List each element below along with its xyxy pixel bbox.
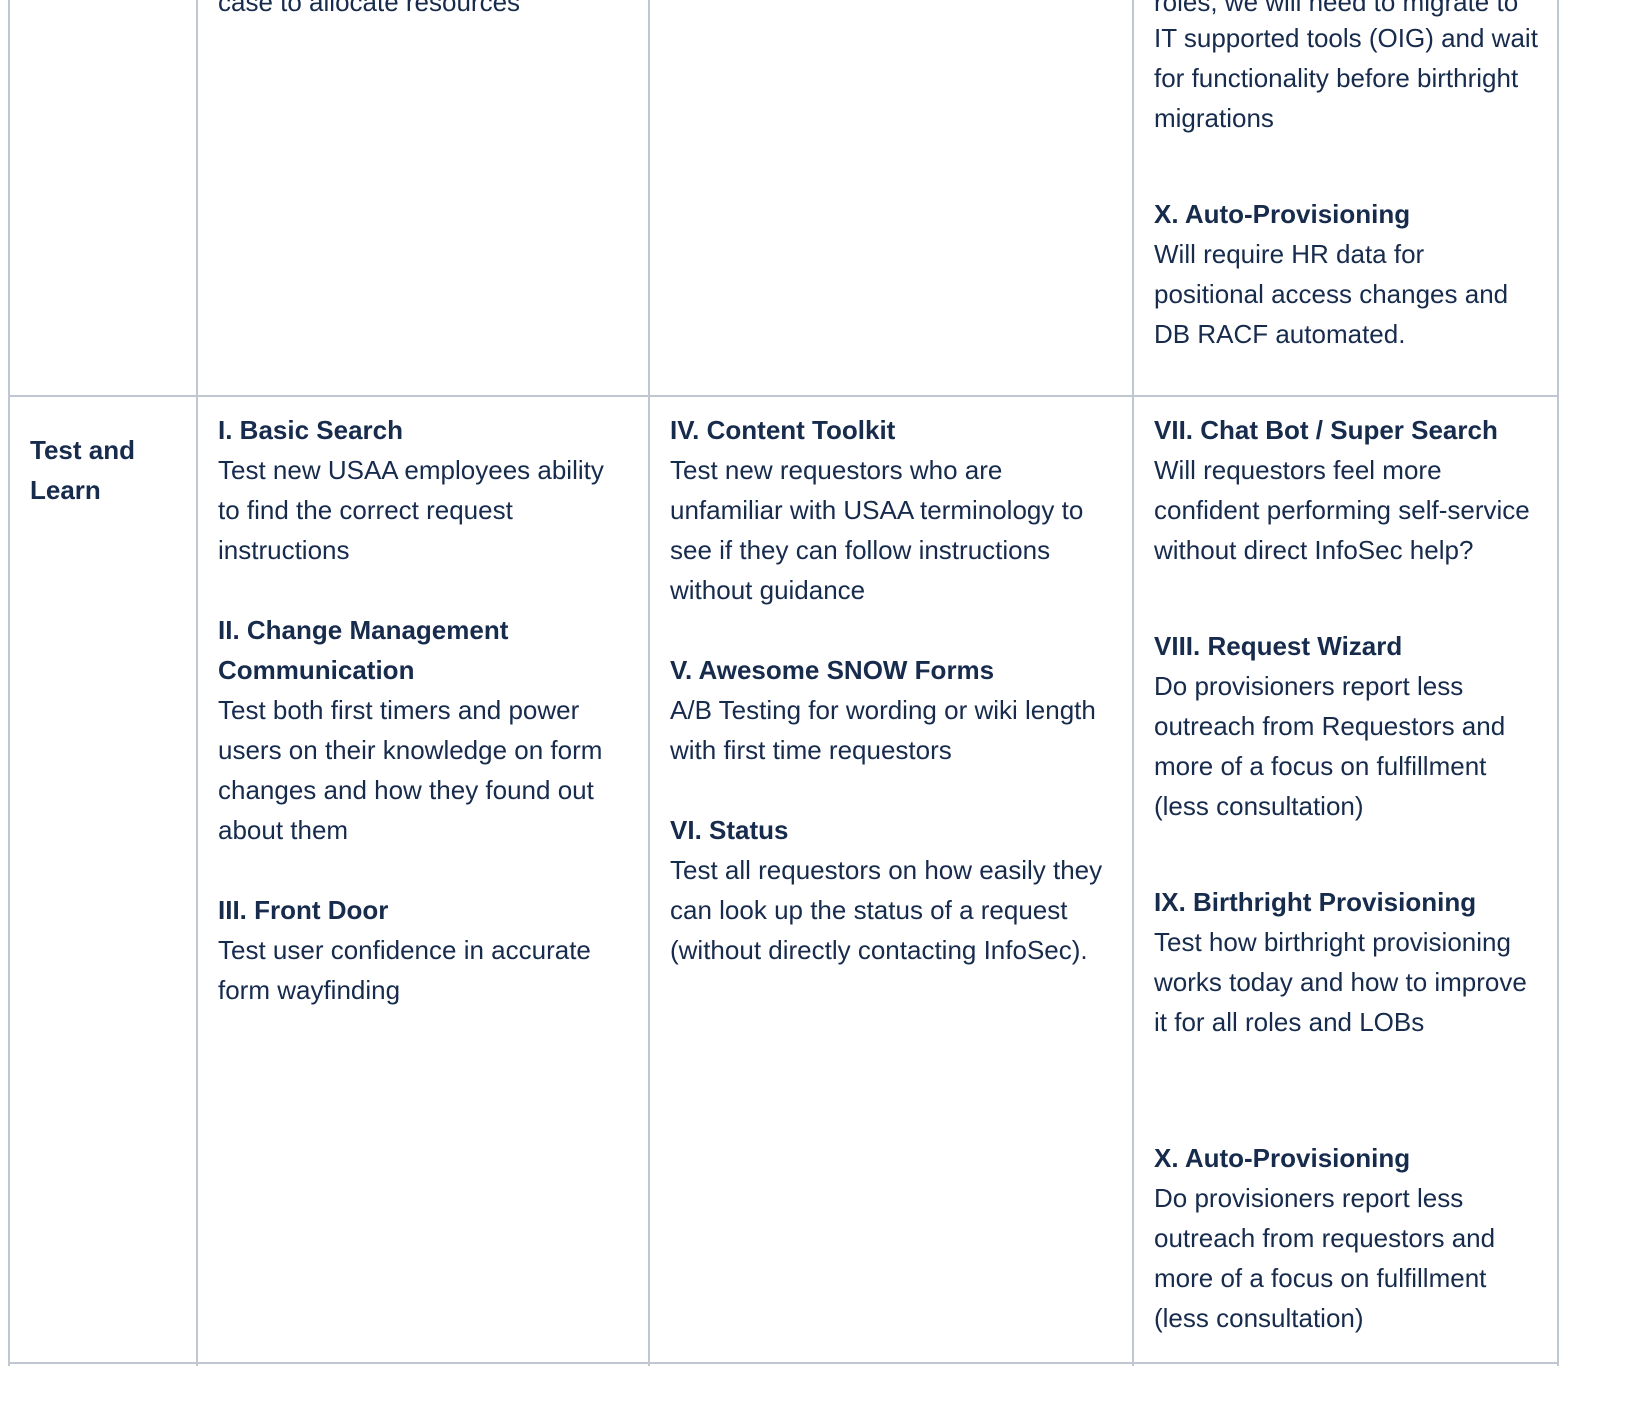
item-title: II. Change Management Communication — [218, 615, 509, 685]
top-row-col1-tail-text: case to allocate resources — [218, 0, 521, 17]
column-divider-3 — [1132, 0, 1134, 1366]
top-row-col3-tail-text: IT supported tools (OIG) and wait for fu… — [1154, 23, 1538, 133]
item-text: Test new USAA employees ability to find … — [218, 455, 604, 565]
item-text: Will requestors feel more confident perf… — [1154, 455, 1530, 565]
list-item: VII. Chat Bot / Super Search Will reques… — [1154, 410, 1539, 570]
column-divider-2 — [648, 0, 650, 1366]
row-divider — [8, 395, 1559, 397]
item-text: A/B Testing for wording or wiki length w… — [670, 695, 1096, 765]
item-title: IV. Content Toolkit — [670, 415, 896, 445]
list-item: III. Front Door Test user confidence in … — [218, 890, 628, 1010]
test-row-col1-cell: I. Basic Search Test new USAA employees … — [218, 410, 628, 1050]
test-row-col3-cell: VII. Chat Bot / Super Search Will reques… — [1154, 410, 1539, 1338]
row-label-test-and-learn: Test and Learn — [30, 435, 135, 505]
roadmap-table: case to allocate resources roles, we wil… — [0, 0, 1636, 1426]
table-border-left — [8, 0, 10, 1366]
item-title: VII. Chat Bot / Super Search — [1154, 415, 1498, 445]
item-title: III. Front Door — [218, 895, 389, 925]
item-title: X. Auto-Provisioning — [1154, 1143, 1411, 1173]
item-text: Test user confidence in accurate form wa… — [218, 935, 591, 1005]
list-item: VI. Status Test all requestors on how ea… — [670, 810, 1115, 970]
list-item: I. Basic Search Test new USAA employees … — [218, 410, 628, 570]
list-item: II. Change Management Communication Test… — [218, 610, 628, 850]
list-item: V. Awesome SNOW Forms A/B Testing for wo… — [670, 650, 1115, 770]
item-text: Test how birthright provisioning works t… — [1154, 927, 1527, 1037]
item-title: IX. Birthright Provisioning — [1154, 887, 1477, 917]
test-row-col2-cell: IV. Content Toolkit Test new requestors … — [670, 410, 1115, 1010]
item-title: VI. Status — [670, 815, 789, 845]
top-row-col3-cell: IT supported tools (OIG) and wait for fu… — [1154, 18, 1539, 354]
top-row-item-title: X. Auto-Provisioning — [1154, 199, 1411, 229]
item-text: Test both first timers and power users o… — [218, 695, 603, 845]
list-item: VIII. Request Wizard Do provisioners rep… — [1154, 626, 1539, 826]
table-border-right — [1557, 0, 1559, 1366]
column-divider-1 — [196, 0, 198, 1366]
item-text: Do provisioners report less outreach fro… — [1154, 671, 1506, 821]
list-item: IX. Birthright Provisioning Test how bir… — [1154, 882, 1539, 1042]
item-title: I. Basic Search — [218, 415, 403, 445]
item-text: Test all requestors on how easily they c… — [670, 855, 1103, 965]
item-title: V. Awesome SNOW Forms — [670, 655, 995, 685]
item-text: Test new requestors who are unfamiliar w… — [670, 455, 1084, 605]
top-row-item-text: Will require HR data for positional acce… — [1154, 239, 1509, 349]
list-item: X. Auto-Provisioning Do provisioners rep… — [1154, 1138, 1539, 1338]
item-text: Do provisioners report less outreach fro… — [1154, 1183, 1496, 1333]
table-border-bottom — [8, 1362, 1559, 1364]
item-title: VIII. Request Wizard — [1154, 631, 1403, 661]
list-item: IV. Content Toolkit Test new requestors … — [670, 410, 1115, 610]
